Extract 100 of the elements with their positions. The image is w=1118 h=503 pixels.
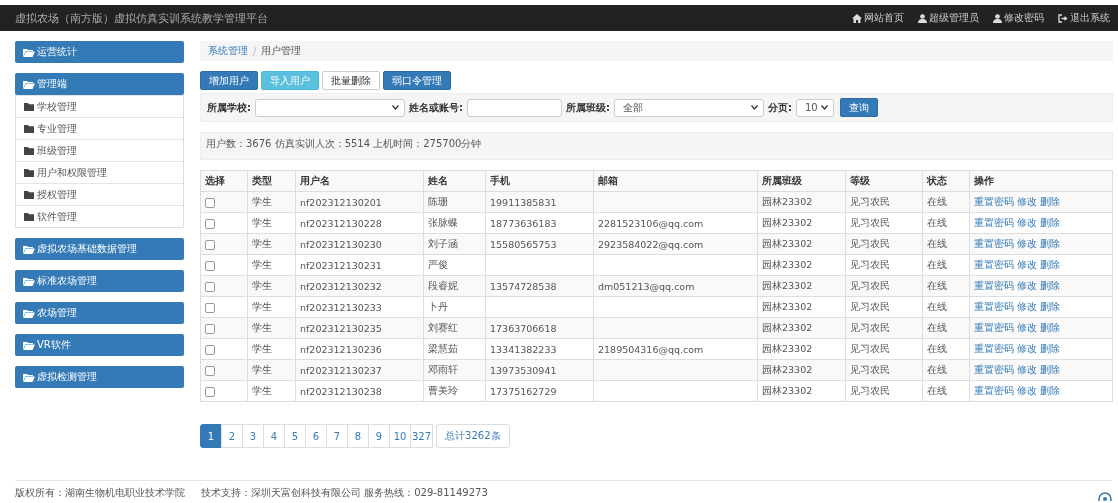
- action-link[interactable]: 重置密码: [974, 363, 1014, 375]
- action-link[interactable]: 重置密码: [974, 258, 1014, 270]
- action-link[interactable]: 修改: [1017, 237, 1037, 249]
- nav-link[interactable]: 退出系统: [1058, 11, 1110, 25]
- action-link[interactable]: 删除: [1040, 321, 1060, 333]
- action-link[interactable]: 删除: [1040, 384, 1060, 396]
- folder-icon: [24, 102, 34, 111]
- caret-icon: [821, 105, 828, 110]
- breadcrumb-separator: /: [253, 45, 257, 57]
- column-header: 邮箱: [593, 170, 758, 192]
- action-link[interactable]: 修改: [1017, 300, 1037, 312]
- nav-link[interactable]: 超级管理员: [918, 11, 979, 25]
- nav-link[interactable]: 修改密码: [993, 11, 1044, 25]
- action-link[interactable]: 重置密码: [974, 195, 1014, 207]
- action-link[interactable]: 重置密码: [974, 279, 1014, 291]
- action-link[interactable]: 删除: [1040, 300, 1060, 312]
- column-header: 手机: [485, 170, 594, 192]
- page-link[interactable]: 10: [389, 424, 411, 448]
- row-checkbox[interactable]: [205, 302, 215, 313]
- action-link[interactable]: 修改: [1017, 384, 1037, 396]
- action-link[interactable]: 删除: [1040, 363, 1060, 375]
- folder-icon: [24, 168, 34, 177]
- sidebar-item[interactable]: 班级管理: [16, 139, 183, 161]
- action-link[interactable]: 修改: [1017, 279, 1037, 291]
- sidebar-item[interactable]: 软件管理: [16, 205, 183, 227]
- page-link[interactable]: 8: [347, 424, 369, 448]
- sidebar-group[interactable]: VR软件: [15, 334, 184, 356]
- action-link[interactable]: 删除: [1040, 279, 1060, 291]
- page-link[interactable]: 9: [368, 424, 390, 448]
- sidebar-group[interactable]: 虚拟农场基础数据管理: [15, 238, 184, 260]
- school-select[interactable]: [255, 98, 405, 117]
- sidebar-group[interactable]: 虚拟检测管理: [15, 366, 184, 388]
- sidebar-group[interactable]: 管理端: [15, 73, 184, 95]
- page-link[interactable]: 5: [284, 424, 306, 448]
- row-checkbox[interactable]: [205, 323, 215, 334]
- type-cell: 学生: [247, 296, 296, 318]
- action-link[interactable]: 重置密码: [974, 321, 1014, 333]
- action-link[interactable]: 修改: [1017, 321, 1037, 333]
- sidebar-group[interactable]: 标准农场管理: [15, 270, 184, 292]
- row-checkbox[interactable]: [205, 386, 215, 397]
- sidebar-item[interactable]: 专业管理: [16, 117, 183, 139]
- sidebar-item[interactable]: 用户和权限管理: [16, 161, 183, 183]
- phone-cell: 17375162729: [485, 380, 594, 402]
- action-link[interactable]: 删除: [1040, 216, 1060, 228]
- row-checkbox[interactable]: [205, 281, 215, 292]
- page-link[interactable]: 6: [305, 424, 327, 448]
- action-link[interactable]: 修改: [1017, 216, 1037, 228]
- action-link[interactable]: 重置密码: [974, 342, 1014, 354]
- level-cell: 见习农民: [845, 296, 923, 318]
- page-size-select[interactable]: 10: [796, 98, 834, 117]
- page-link[interactable]: 1: [200, 424, 222, 448]
- column-header: 类型: [247, 170, 296, 192]
- page-link[interactable]: 327: [410, 424, 434, 448]
- query-button[interactable]: 查询: [840, 98, 878, 117]
- sidebar-item[interactable]: 授权管理: [16, 183, 183, 205]
- name-cell: 卜丹: [423, 296, 486, 318]
- action-link[interactable]: 删除: [1040, 258, 1060, 270]
- username-cell: nf202312130236: [295, 338, 424, 360]
- row-checkbox[interactable]: [205, 260, 215, 271]
- folder-icon: [23, 79, 35, 89]
- user-icon: [918, 13, 927, 23]
- action-link[interactable]: 重置密码: [974, 216, 1014, 228]
- name-input[interactable]: [467, 98, 562, 117]
- sidebar-item[interactable]: 学校管理: [16, 95, 183, 117]
- toolbar-button[interactable]: 批量删除: [322, 71, 380, 90]
- logout-icon: [1058, 13, 1068, 23]
- action-link[interactable]: 重置密码: [974, 384, 1014, 396]
- action-link[interactable]: 修改: [1017, 363, 1037, 375]
- breadcrumb-link[interactable]: 系统管理: [208, 44, 248, 58]
- page-link[interactable]: 4: [263, 424, 285, 448]
- row-checkbox[interactable]: [205, 239, 215, 250]
- action-link[interactable]: 修改: [1017, 258, 1037, 270]
- sidebar-group[interactable]: 运营统计: [15, 41, 184, 63]
- action-link[interactable]: 重置密码: [974, 237, 1014, 249]
- nav-link[interactable]: 网站首页: [852, 11, 904, 25]
- action-link[interactable]: 重置密码: [974, 300, 1014, 312]
- toolbar-button[interactable]: 增加用户: [200, 71, 258, 90]
- page-link[interactable]: 3: [242, 424, 264, 448]
- toolbar-button[interactable]: 弱口令管理: [383, 71, 451, 90]
- status-cell: 在线: [922, 254, 970, 276]
- action-link[interactable]: 删除: [1040, 237, 1060, 249]
- action-link[interactable]: 删除: [1040, 342, 1060, 354]
- action-link[interactable]: 修改: [1017, 342, 1037, 354]
- folder-icon: [24, 146, 34, 155]
- status-cell: 在线: [922, 212, 970, 234]
- action-link[interactable]: 删除: [1040, 195, 1060, 207]
- sidebar-group[interactable]: 农场管理: [15, 302, 184, 324]
- class-select[interactable]: 全部: [614, 98, 764, 117]
- row-checkbox[interactable]: [205, 197, 215, 208]
- type-cell: 学生: [247, 338, 296, 360]
- email-cell: 2281523106@qq.com: [593, 212, 758, 234]
- page-link[interactable]: 7: [326, 424, 348, 448]
- name-cell: 曹美玲: [423, 380, 486, 402]
- row-checkbox[interactable]: [205, 218, 215, 229]
- row-checkbox[interactable]: [205, 365, 215, 376]
- row-checkbox[interactable]: [205, 344, 215, 355]
- assistant-icon[interactable]: [1098, 491, 1112, 501]
- page-link[interactable]: 2: [221, 424, 243, 448]
- action-link[interactable]: 修改: [1017, 195, 1037, 207]
- column-header: 姓名: [423, 170, 486, 192]
